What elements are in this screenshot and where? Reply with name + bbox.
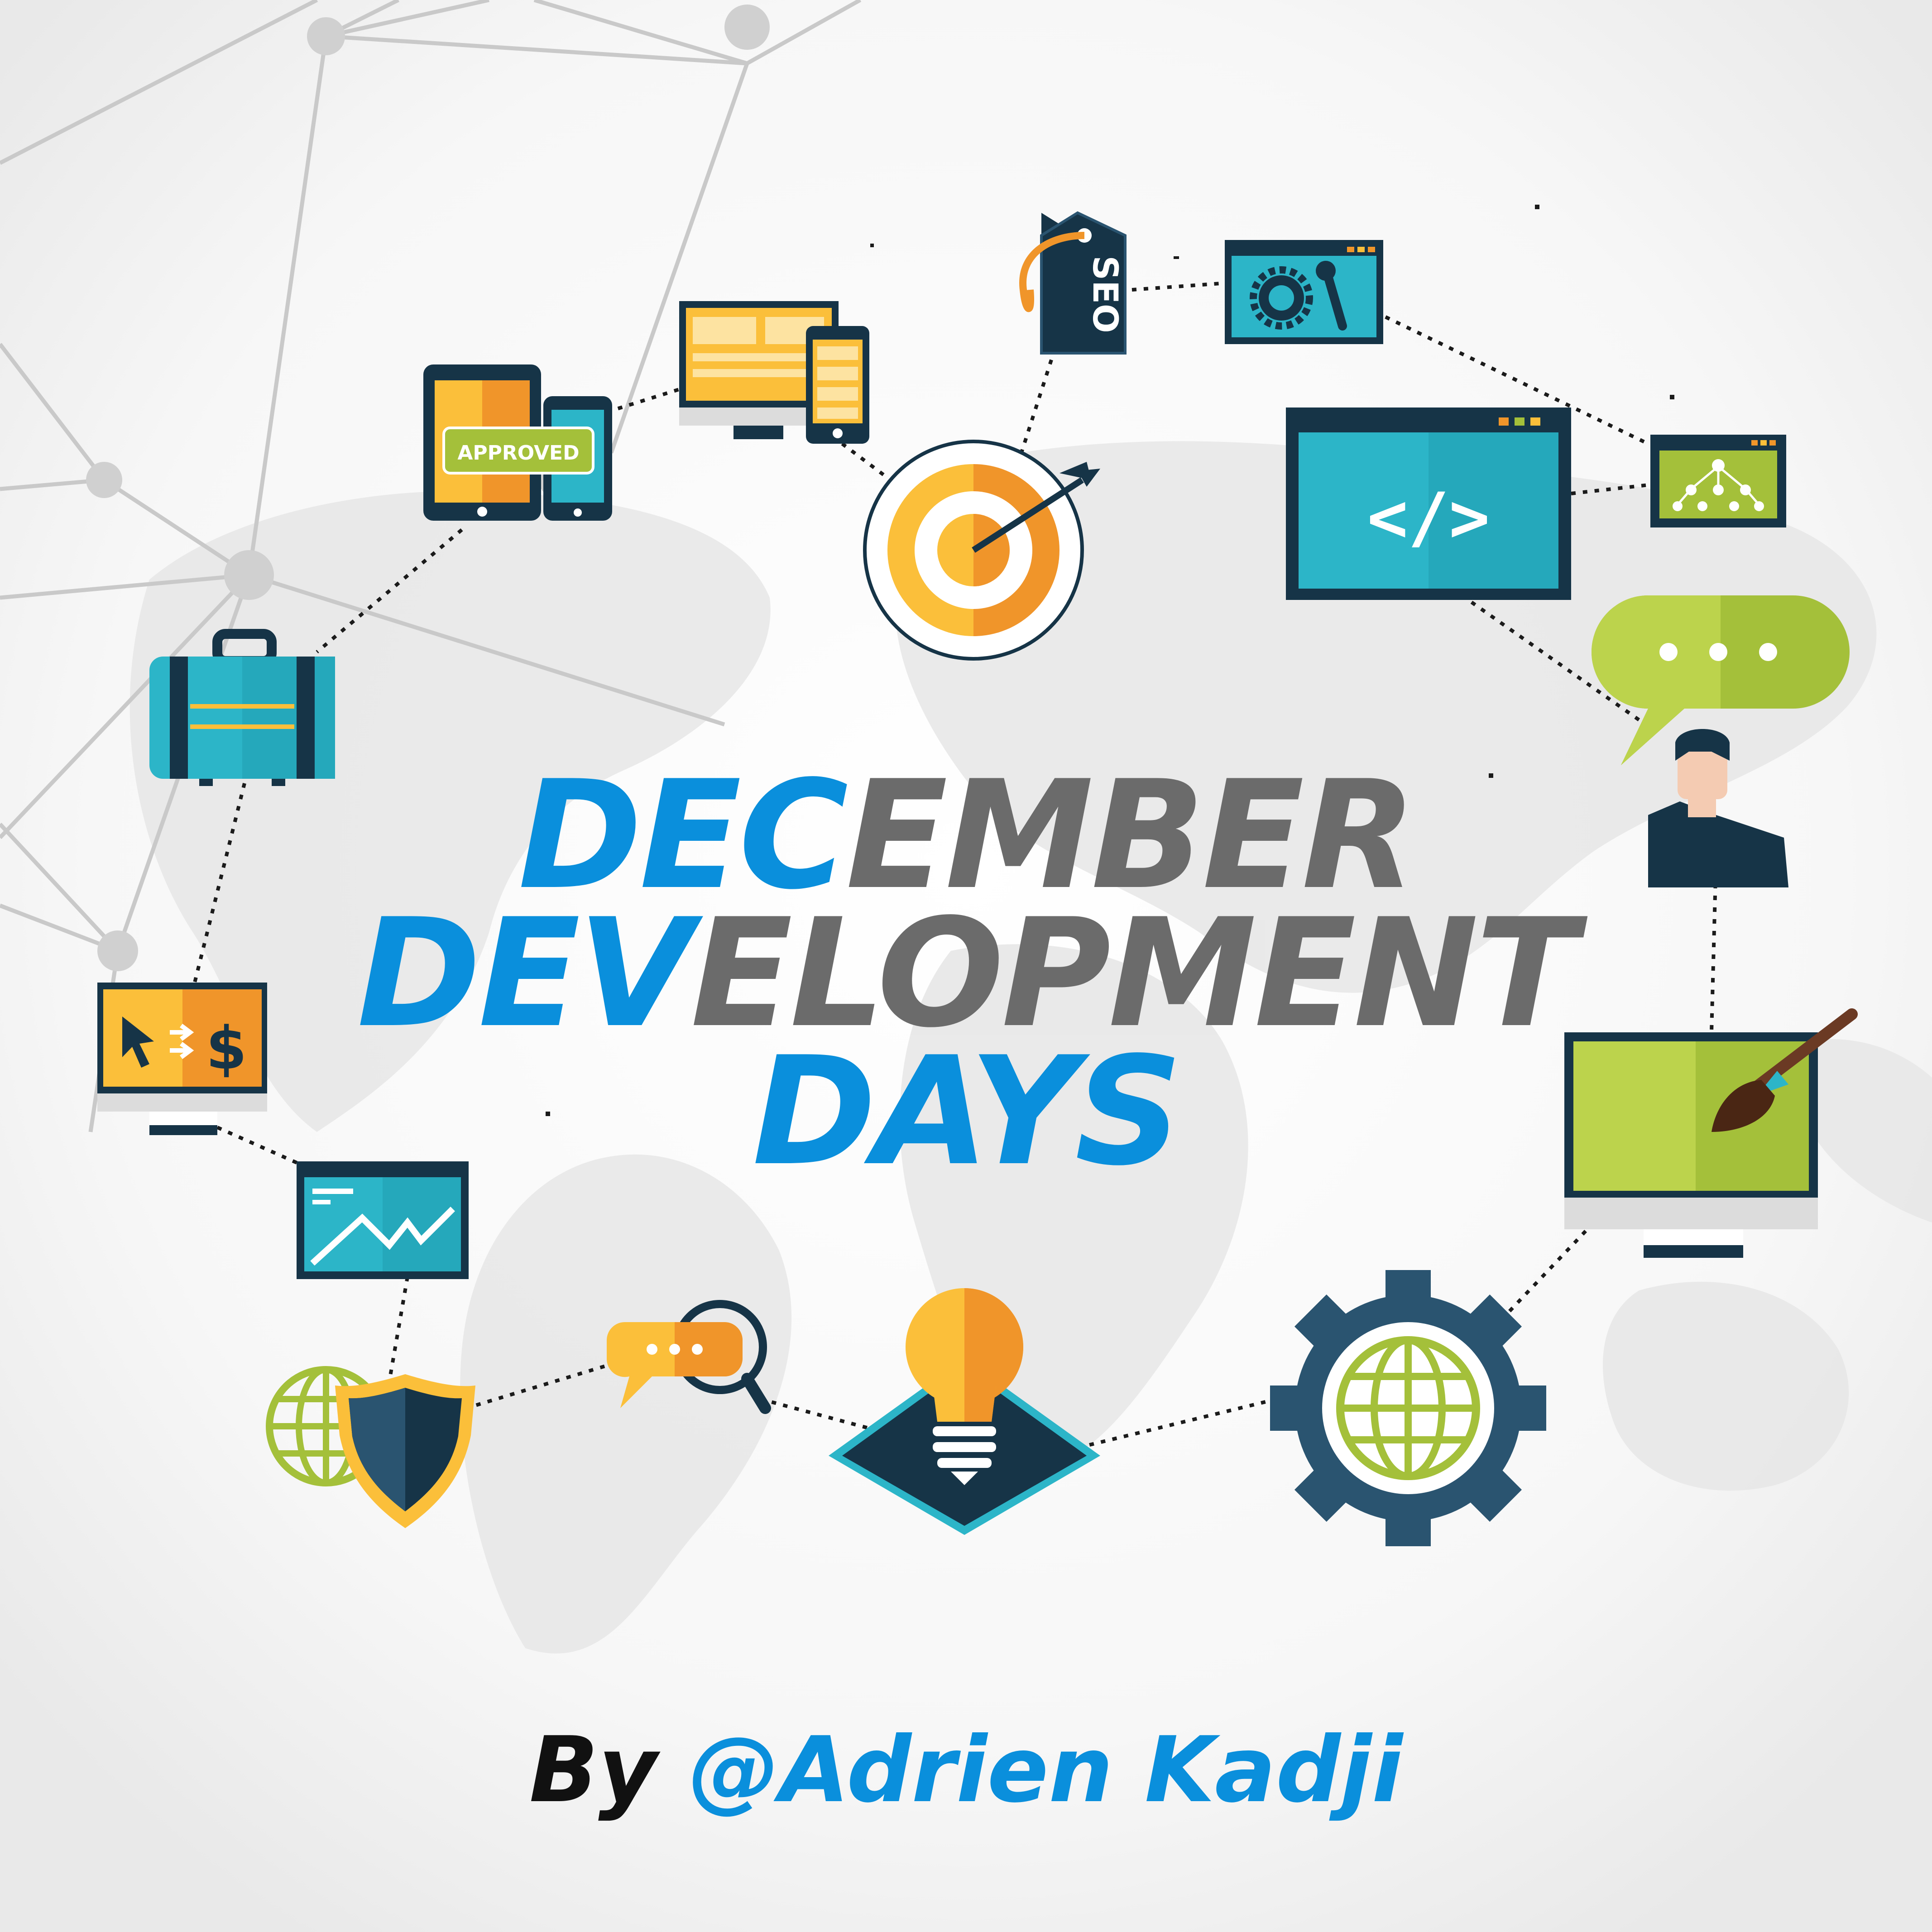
seo-label: SEO (1085, 255, 1126, 333)
title-line-3: DAYS (0, 1037, 1932, 1186)
title-accent-2: DEV (357, 887, 693, 1060)
sitemap-window-icon (1650, 435, 1786, 527)
byline-author: @Adrien Kadji (689, 1717, 1403, 1823)
byline: By @Adrien Kadji (0, 1721, 1932, 1820)
byline-prefix: By (529, 1717, 657, 1823)
approved-label: APPROVED (457, 441, 579, 465)
code-label: </> (1367, 479, 1490, 557)
code-window-icon: </> (1286, 407, 1571, 600)
title-accent-3: DAYS (752, 1025, 1182, 1199)
settings-window-icon (1225, 240, 1383, 344)
promo-poster: APPROVED SEO </> $ DECEMBER DEVELOPMENT … (0, 0, 1932, 1932)
gear-globe-icon (1270, 1270, 1546, 1546)
